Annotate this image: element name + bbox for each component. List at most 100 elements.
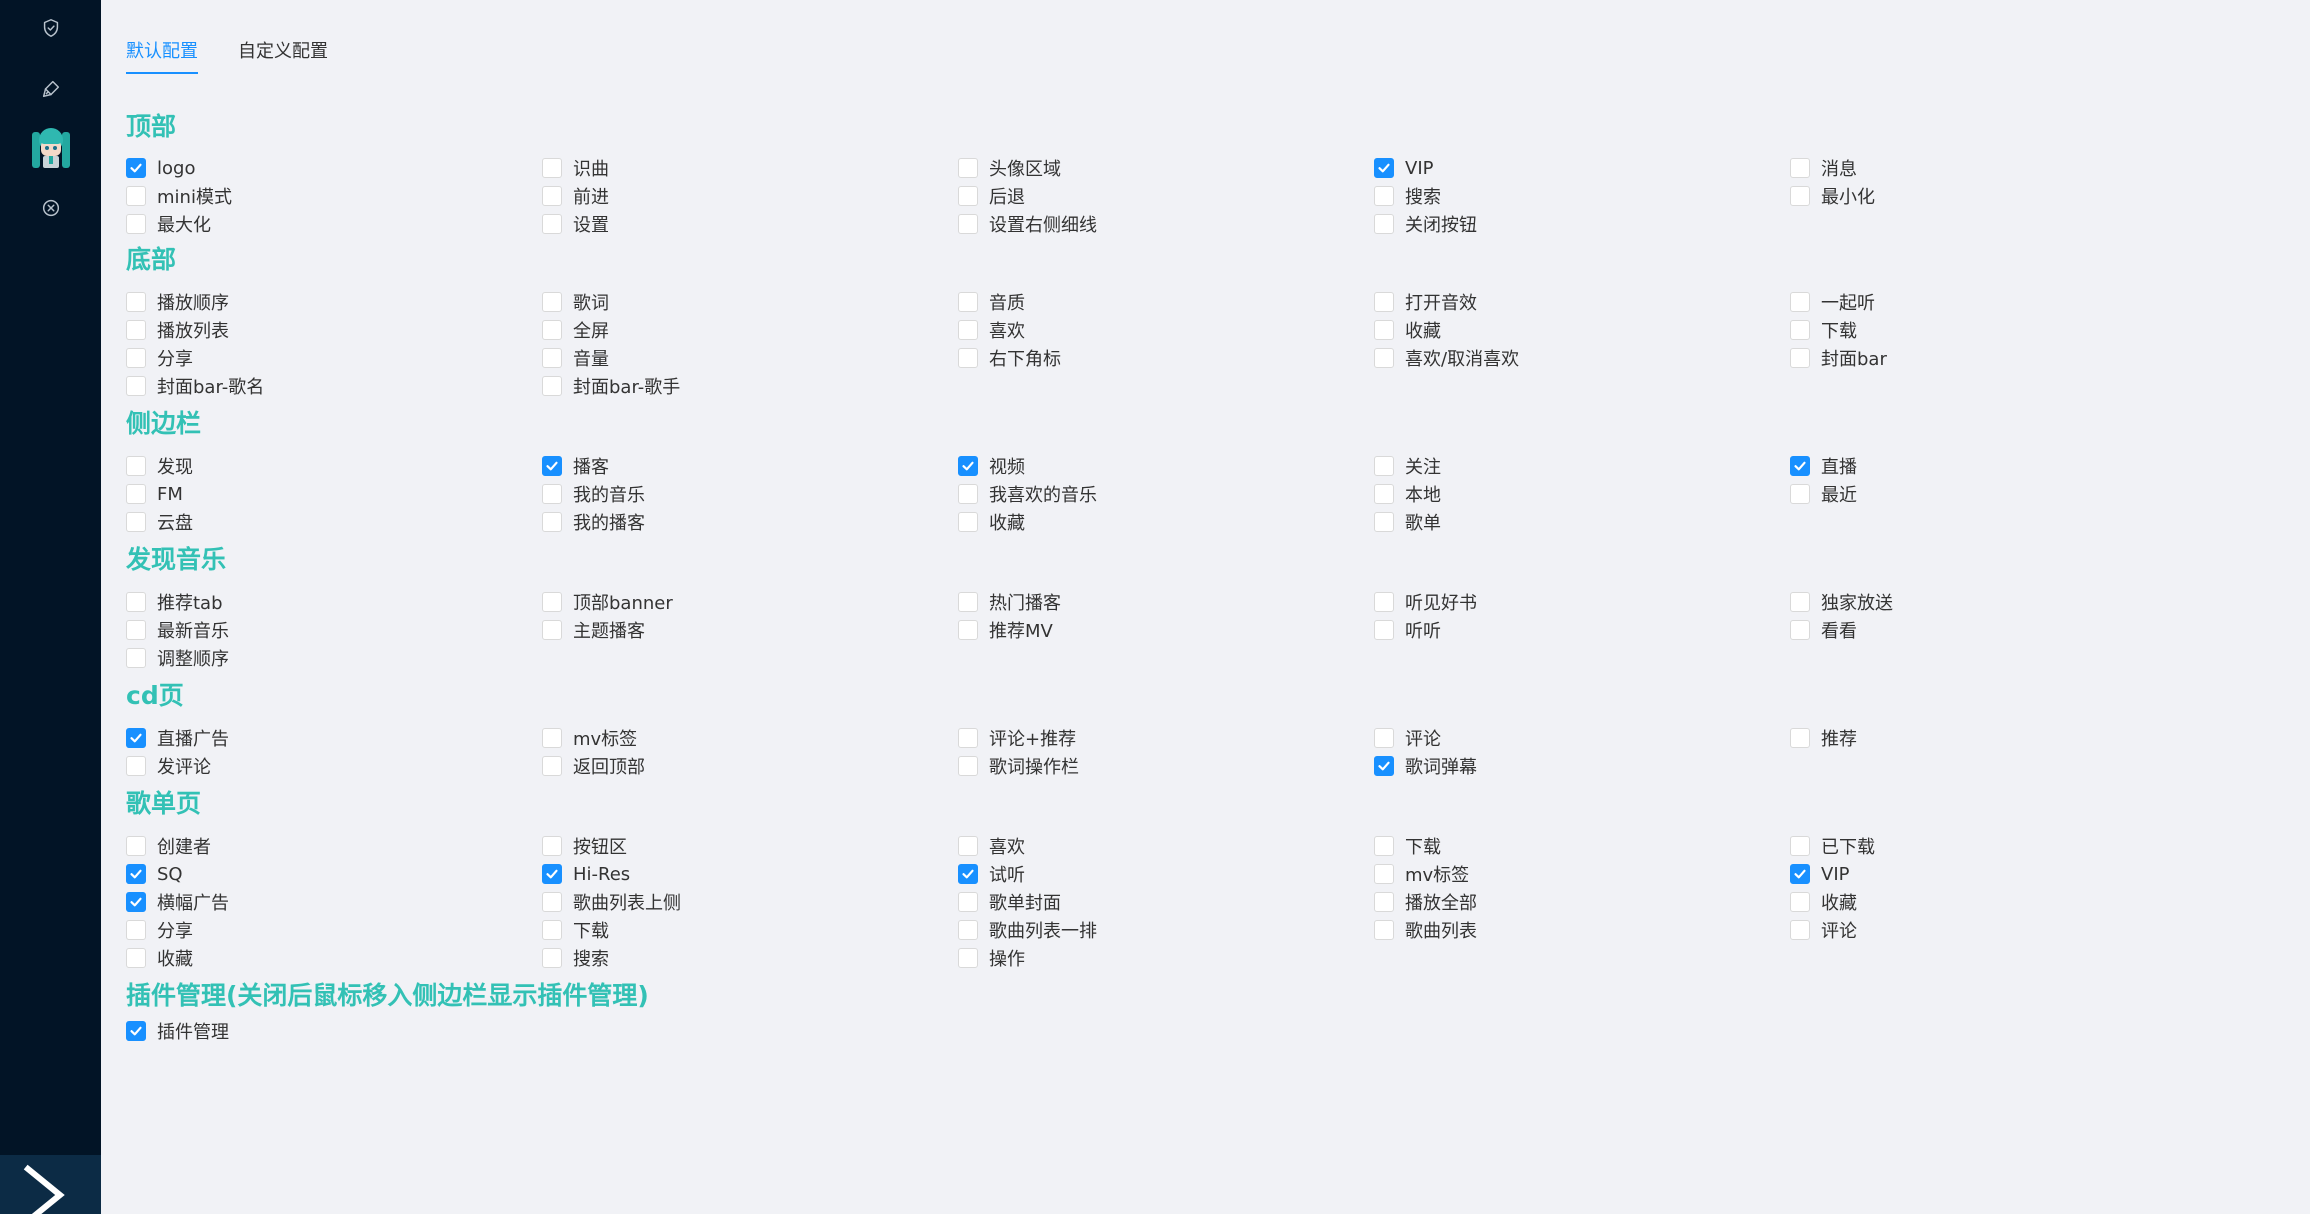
checkbox-unchecked-icon[interactable]	[958, 348, 978, 368]
option-checkbox[interactable]: FM	[126, 482, 183, 506]
option-checkbox[interactable]: 音质	[958, 290, 1025, 314]
checkbox-unchecked-icon[interactable]	[1374, 728, 1394, 748]
checkbox-unchecked-icon[interactable]	[1790, 292, 1810, 312]
tab-default-config[interactable]: 默认配置	[126, 40, 198, 74]
checkbox-unchecked-icon[interactable]	[1374, 186, 1394, 206]
tab-custom-config[interactable]: 自定义配置	[238, 40, 328, 74]
checkbox-unchecked-icon[interactable]	[126, 512, 146, 532]
option-checkbox[interactable]: 我的播客	[542, 510, 645, 534]
option-checkbox[interactable]: 顶部banner	[542, 590, 673, 614]
checkbox-checked-icon[interactable]	[958, 864, 978, 884]
checkbox-unchecked-icon[interactable]	[126, 620, 146, 640]
option-checkbox[interactable]: Hi-Res	[542, 862, 630, 886]
checkbox-unchecked-icon[interactable]	[1790, 620, 1810, 640]
option-checkbox[interactable]: 歌单封面	[958, 890, 1061, 914]
checkbox-unchecked-icon[interactable]	[1790, 186, 1810, 206]
option-checkbox[interactable]: mv标签	[1374, 862, 1469, 886]
checkbox-checked-icon[interactable]	[1374, 756, 1394, 776]
option-checkbox[interactable]: 歌词操作栏	[958, 754, 1079, 778]
option-checkbox[interactable]: 搜索	[542, 946, 609, 970]
option-checkbox[interactable]: 关注	[1374, 454, 1441, 478]
checkbox-unchecked-icon[interactable]	[542, 592, 562, 612]
option-checkbox[interactable]: 直播	[1790, 454, 1857, 478]
checkbox-unchecked-icon[interactable]	[542, 484, 562, 504]
option-checkbox[interactable]: 收藏	[1790, 890, 1857, 914]
checkbox-unchecked-icon[interactable]	[126, 484, 146, 504]
checkbox-unchecked-icon[interactable]	[958, 920, 978, 940]
option-checkbox[interactable]: 歌单	[1374, 510, 1441, 534]
option-checkbox[interactable]: 推荐MV	[958, 618, 1053, 642]
option-checkbox[interactable]: 独家放送	[1790, 590, 1893, 614]
checkbox-unchecked-icon[interactable]	[1790, 836, 1810, 856]
checkbox-unchecked-icon[interactable]	[958, 186, 978, 206]
brush-icon[interactable]	[33, 71, 69, 107]
option-checkbox[interactable]: 最小化	[1790, 184, 1875, 208]
option-checkbox[interactable]: 最大化	[126, 212, 211, 236]
checkbox-unchecked-icon[interactable]	[126, 948, 146, 968]
checkbox-unchecked-icon[interactable]	[958, 320, 978, 340]
checkbox-unchecked-icon[interactable]	[126, 592, 146, 612]
checkbox-unchecked-icon[interactable]	[1790, 158, 1810, 178]
checkbox-checked-icon[interactable]	[1374, 158, 1394, 178]
option-checkbox[interactable]: 评论	[1790, 918, 1857, 942]
checkbox-unchecked-icon[interactable]	[542, 348, 562, 368]
option-checkbox[interactable]: 发评论	[126, 754, 211, 778]
checkbox-checked-icon[interactable]	[1790, 456, 1810, 476]
option-checkbox[interactable]: 歌词弹幕	[1374, 754, 1477, 778]
option-checkbox[interactable]: 歌曲列表一排	[958, 918, 1097, 942]
checkbox-unchecked-icon[interactable]	[542, 292, 562, 312]
option-checkbox[interactable]: 播放全部	[1374, 890, 1477, 914]
option-checkbox[interactable]: 我喜欢的音乐	[958, 482, 1097, 506]
option-checkbox[interactable]: 播客	[542, 454, 609, 478]
option-checkbox[interactable]: 喜欢	[958, 834, 1025, 858]
checkbox-unchecked-icon[interactable]	[542, 512, 562, 532]
option-checkbox[interactable]: 评论+推荐	[958, 726, 1076, 750]
option-checkbox[interactable]: 后退	[958, 184, 1025, 208]
option-checkbox[interactable]: 插件管理	[126, 1019, 229, 1043]
option-checkbox[interactable]: 收藏	[958, 510, 1025, 534]
checkbox-unchecked-icon[interactable]	[1374, 484, 1394, 504]
checkbox-unchecked-icon[interactable]	[542, 158, 562, 178]
checkbox-unchecked-icon[interactable]	[1374, 214, 1394, 234]
option-checkbox[interactable]: 歌曲列表上侧	[542, 890, 681, 914]
checkbox-unchecked-icon[interactable]	[126, 836, 146, 856]
checkbox-unchecked-icon[interactable]	[1374, 348, 1394, 368]
option-checkbox[interactable]: 前进	[542, 184, 609, 208]
option-checkbox[interactable]: 歌词	[542, 290, 609, 314]
option-checkbox[interactable]: 下载	[1374, 834, 1441, 858]
checkbox-unchecked-icon[interactable]	[126, 320, 146, 340]
checkbox-checked-icon[interactable]	[126, 864, 146, 884]
option-checkbox[interactable]: 推荐tab	[126, 590, 223, 614]
option-checkbox[interactable]: 下载	[1790, 318, 1857, 342]
checkbox-unchecked-icon[interactable]	[542, 620, 562, 640]
checkbox-unchecked-icon[interactable]	[958, 620, 978, 640]
option-checkbox[interactable]: 消息	[1790, 156, 1857, 180]
checkbox-unchecked-icon[interactable]	[542, 376, 562, 396]
checkbox-unchecked-icon[interactable]	[1374, 892, 1394, 912]
checkbox-unchecked-icon[interactable]	[126, 920, 146, 940]
checkbox-checked-icon[interactable]	[542, 864, 562, 884]
option-checkbox[interactable]: 识曲	[542, 156, 609, 180]
checkbox-checked-icon[interactable]	[1790, 864, 1810, 884]
option-checkbox[interactable]: logo	[126, 156, 195, 180]
option-checkbox[interactable]: 封面bar	[1790, 346, 1887, 370]
checkbox-unchecked-icon[interactable]	[1790, 320, 1810, 340]
close-circle-icon[interactable]	[33, 190, 69, 226]
option-checkbox[interactable]: 设置右侧细线	[958, 212, 1097, 236]
checkbox-unchecked-icon[interactable]	[1374, 836, 1394, 856]
option-checkbox[interactable]: 音量	[542, 346, 609, 370]
checkbox-unchecked-icon[interactable]	[958, 592, 978, 612]
option-checkbox[interactable]: 播放列表	[126, 318, 229, 342]
checkbox-unchecked-icon[interactable]	[542, 920, 562, 940]
checkbox-unchecked-icon[interactable]	[126, 756, 146, 776]
option-checkbox[interactable]: 看看	[1790, 618, 1857, 642]
checkbox-checked-icon[interactable]	[126, 892, 146, 912]
avatar[interactable]	[30, 124, 72, 170]
checkbox-unchecked-icon[interactable]	[958, 484, 978, 504]
option-checkbox[interactable]: 头像区域	[958, 156, 1061, 180]
checkbox-unchecked-icon[interactable]	[958, 512, 978, 532]
option-checkbox[interactable]: 喜欢/取消喜欢	[1374, 346, 1519, 370]
option-checkbox[interactable]: 我的音乐	[542, 482, 645, 506]
checkbox-unchecked-icon[interactable]	[1790, 592, 1810, 612]
checkbox-unchecked-icon[interactable]	[1374, 456, 1394, 476]
